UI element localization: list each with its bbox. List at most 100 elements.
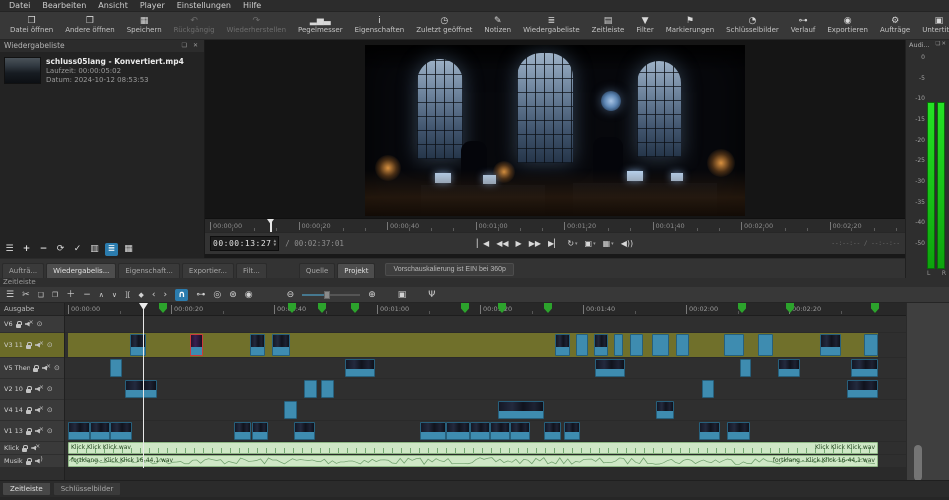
mute-icon[interactable] [35,340,44,349]
scrub-while-dragging-icon[interactable]: ⊶ [196,289,205,301]
markers-button[interactable]: ⚑ Markierungen [660,13,720,39]
timecode-spinner[interactable]: ▲ ▼ [273,239,276,248]
video-clip[interactable] [864,334,878,356]
timeline-marker[interactable] [461,303,469,313]
video-clip[interactable] [68,422,90,440]
mute-icon[interactable] [25,319,34,328]
save-button[interactable]: ▦ Speichern [121,13,168,39]
mute-icon[interactable] [35,384,44,393]
video-clip[interactable] [699,422,720,440]
mute-icon[interactable] [31,443,40,452]
next-marker-icon[interactable]: › [163,289,167,301]
video-clip[interactable] [125,380,157,398]
fast-forward-button[interactable]: ▶▶ [529,239,541,248]
video-clip[interactable] [490,422,510,440]
append-icon[interactable]: ＋ [66,289,75,301]
video-clip[interactable] [851,359,878,377]
lift-icon[interactable]: ∧ [99,289,104,301]
video-clip[interactable] [555,334,570,356]
video-clip[interactable] [576,334,588,356]
view-icons-icon[interactable]: ▦ [122,243,135,256]
open-other-button[interactable]: ❐ Andere öffnen [59,13,121,39]
zoom-slider-handle[interactable] [324,290,331,299]
timeline-marker[interactable] [871,303,879,313]
menu-datei[interactable]: Datei [4,0,35,12]
timeline-vertical-scrollbar[interactable] [914,445,922,480]
rewind-button[interactable]: ◀◀ [496,239,508,248]
ripple-markers-icon[interactable]: ◉ [245,289,253,301]
timeline-marker[interactable] [159,303,167,313]
paste-icon[interactable]: ❐ [52,289,58,301]
track-lane-v2[interactable] [65,379,906,399]
timeline-button[interactable]: ▤ Zeitleiste [586,13,631,39]
video-clip[interactable] [778,359,800,377]
video-clip[interactable] [321,380,334,398]
open-file-button[interactable]: ❒ Datei öffnen [4,13,59,39]
grid-button[interactable]: ▦ ▾ [603,239,614,248]
track-header-v2[interactable]: V2 10 ⊙ [0,379,64,399]
track-lane-klick[interactable]: Klick Klick Klick.wav Klick Klick Klick.w… [65,442,906,454]
menu-icon[interactable]: ☰ [3,243,16,256]
track-header-v1[interactable]: V1 13 ⊙ [0,421,64,441]
menu-ansicht[interactable]: Ansicht [93,0,133,12]
video-clip[interactable] [652,334,669,356]
ripple-all-tracks-icon[interactable]: ⊛ [229,289,237,301]
video-clip[interactable] [820,334,841,356]
lock-icon[interactable] [22,444,29,452]
add-icon[interactable]: + [20,243,33,256]
view-list-icon[interactable]: ≣ [105,243,118,256]
timeline-marker[interactable] [351,303,359,313]
video-clip[interactable] [564,422,580,440]
video-clip[interactable] [304,380,317,398]
hide-icon[interactable]: ⊙ [37,320,43,328]
tab-projekt[interactable]: Projekt [337,263,376,278]
track-header-v3[interactable]: V3 11 ⊙ [0,333,64,357]
loop-caret-icon[interactable]: ▾ [575,241,578,247]
preview-scaling-notice[interactable]: Vorschauskalierung ist EIN bei 360p [385,263,514,276]
video-clip[interactable] [446,422,470,440]
playlist-item[interactable]: schluss05lang - Konvertiert.mp4 Laufzeit… [4,57,200,85]
mute-icon[interactable] [35,405,44,414]
audio-clip[interactable]: Klick Klick Klick.wav Klick Klick Klick.w… [68,442,878,454]
audio-meter-header-icons[interactable]: ❏✕ [935,41,947,51]
video-clip[interactable] [702,380,714,398]
menu-bearbeiten[interactable]: Bearbeiten [37,0,91,12]
menu-player[interactable]: Player [135,0,170,12]
video-clip[interactable] [498,401,544,419]
track-lane-v5[interactable] [65,358,906,378]
lock-icon[interactable] [33,364,39,372]
video-clip[interactable] [420,422,446,440]
playlist-header-icons[interactable]: ❏ ✕ [182,40,200,52]
track-header-klick[interactable]: Klick [0,442,64,454]
prev-marker-icon[interactable]: ‹ [152,289,156,301]
notes-button[interactable]: ✎ Notizen [478,13,517,39]
properties-button[interactable]: i Eigenschaften [349,13,411,39]
bottom-tab-schlüsselbilder[interactable]: Schlüsselbilder [52,482,122,496]
track-header-v4[interactable]: V4 14 ⊙ [0,400,64,420]
video-clip[interactable] [294,422,315,440]
audio-clip[interactable]: fortklang - Klick Klick 16-44,1.wav fortk… [68,455,878,467]
keyframes-button[interactable]: ◔ Schlüsselbilder [720,13,785,39]
video-clip[interactable] [847,380,878,398]
video-clip[interactable] [740,359,751,377]
track-lane-v3[interactable] [65,333,906,357]
play-button[interactable]: ▶ [516,239,522,248]
video-clip[interactable] [110,422,132,440]
selected-video-clip[interactable] [190,334,203,356]
copy-icon[interactable]: ❏ [38,289,44,301]
menu-icon[interactable]: ☰ [6,289,14,301]
video-preview[interactable] [365,45,745,216]
lock-icon[interactable] [25,341,32,349]
video-clip[interactable] [470,422,490,440]
volume-button[interactable]: ◀)) [621,239,633,248]
remove-icon[interactable]: − [37,243,50,256]
timeline-ruler[interactable]: 00:00:0000:00:2000:00:4000:01:0000:01:20… [65,303,906,316]
zoom-out-icon[interactable]: ⊖ [287,289,295,301]
video-clip[interactable] [345,359,375,377]
grid-caret-icon[interactable]: ▾ [611,241,614,247]
zoom-in-icon[interactable]: ⊕ [368,289,376,301]
video-clip[interactable] [614,334,623,356]
track-lane-v1[interactable] [65,421,906,441]
video-clip[interactable] [234,422,251,440]
track-lane-musik[interactable]: fortklang - Klick Klick 16-44,1.wav fortk… [65,455,906,467]
